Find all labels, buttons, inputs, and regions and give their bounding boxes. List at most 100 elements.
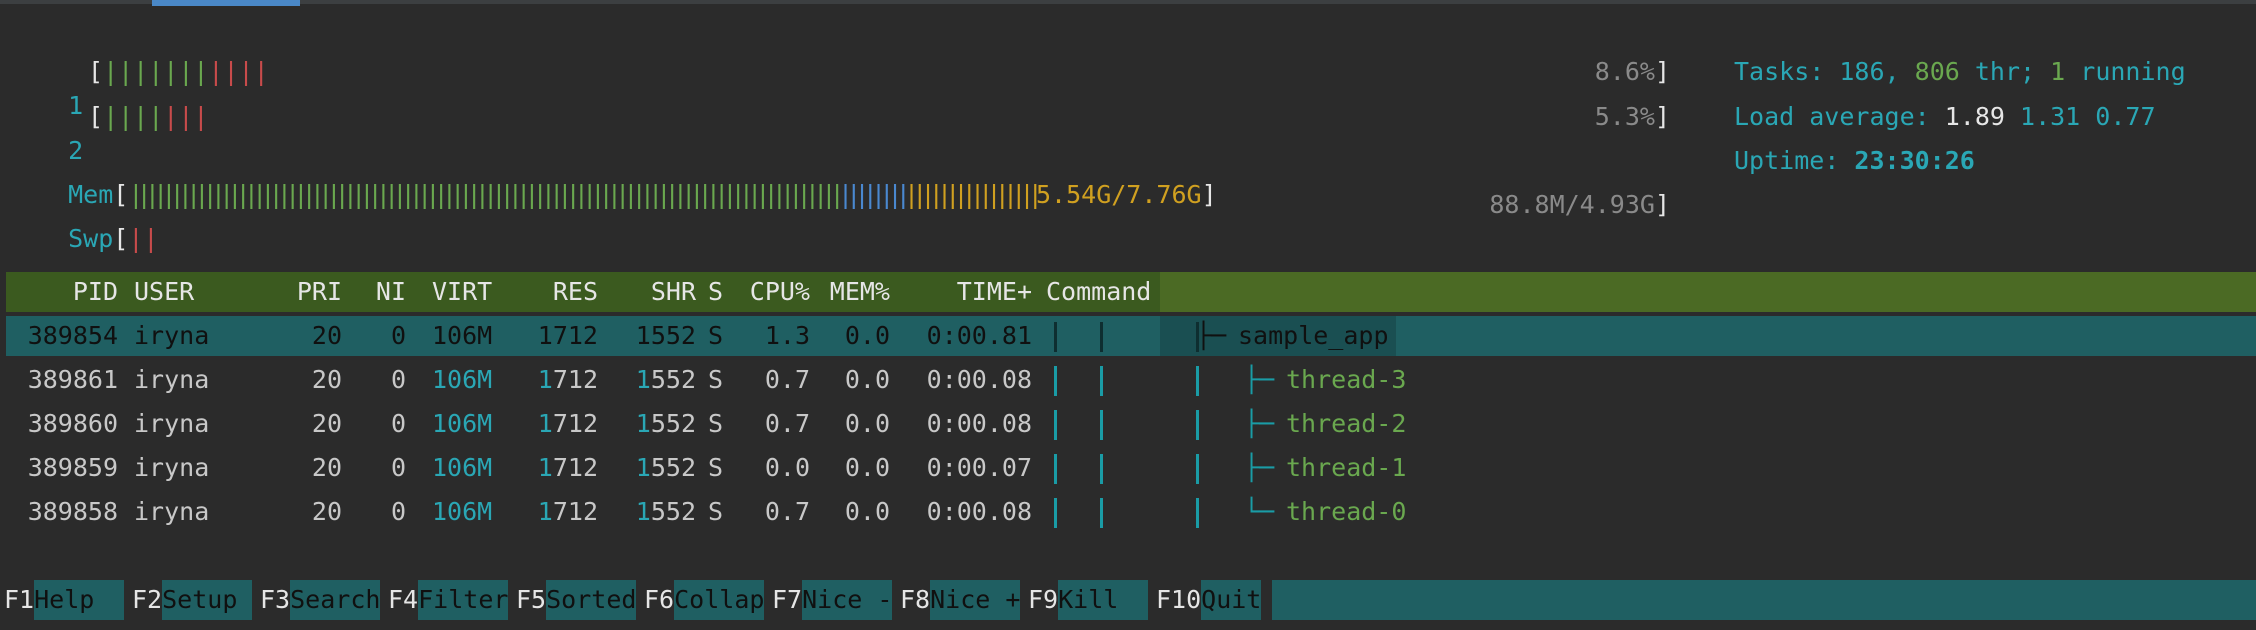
threads-count: 806 <box>1914 57 1960 86</box>
tree-guide-line <box>1196 410 1199 440</box>
cell-user: iryna <box>134 365 210 394</box>
fkey-f5[interactable]: F5Sorted <box>516 580 637 620</box>
fkey-f3[interactable]: F3Search <box>260 580 381 620</box>
uptime-stat: Uptime: 23:30:26 <box>1734 144 1975 178</box>
cell-ni: 0 <box>390 365 406 394</box>
column-header-ni[interactable]: NI <box>360 272 406 312</box>
cell-virt: 106M <box>432 321 493 350</box>
column-header-user[interactable]: USER <box>134 272 244 312</box>
cell-shr: 1552 <box>635 365 696 394</box>
cell-shr: 1552 <box>635 409 696 438</box>
column-header-cpu[interactable]: CPU% <box>740 272 810 312</box>
fkey-label: Nice - <box>802 580 893 620</box>
fkey-number: F7 <box>772 585 803 614</box>
mem-bar-green: ||||||||||||||||||||||||||||||||||||||||… <box>128 180 844 209</box>
fkey-label: Kill <box>1058 580 1149 620</box>
column-header-res[interactable]: RES <box>526 272 598 312</box>
tree-guide-line <box>1100 498 1103 528</box>
fkey-label: Setup <box>162 580 253 620</box>
cell-pid: 389858 <box>27 497 118 526</box>
cell-virt: 106M <box>432 409 493 438</box>
cell-virt: 106M <box>432 453 493 482</box>
cpu1-bar-red: |||| <box>208 57 269 86</box>
active-tab-indicator[interactable] <box>152 0 300 6</box>
swp-bar-red: || <box>128 224 159 253</box>
fkey-number: F3 <box>260 585 291 614</box>
column-header-command[interactable]: Command <box>1046 272 1166 312</box>
cell-shr: 1552 <box>635 321 696 350</box>
cpu1-bar-green: ||||||| <box>103 57 209 86</box>
column-header-pid[interactable]: PID <box>10 272 118 312</box>
cpu2-bar-green: |||| <box>103 102 164 131</box>
fkey-f6[interactable]: F6Collap <box>644 580 765 620</box>
tree-guide-line <box>1054 498 1057 528</box>
tree-branch: ├─ <box>1244 453 1275 482</box>
cell-ni: 0 <box>390 409 406 438</box>
tree-guide-line <box>1054 322 1057 352</box>
fkey-label: Quit <box>1201 580 1262 620</box>
cell-virt: 106M <box>432 497 493 526</box>
cpu2-meter: 2 <box>38 100 83 165</box>
column-header-mem[interactable]: MEM% <box>820 272 890 312</box>
cell-time: 0:00.08 <box>926 409 1032 438</box>
fkey-f4[interactable]: F4Filter <box>388 580 509 620</box>
fkey-f1[interactable]: F1Help <box>4 580 125 620</box>
cell-pri: 20 <box>311 409 342 438</box>
fkey-number: F4 <box>388 585 419 614</box>
tree-guide-line <box>1054 366 1057 396</box>
cell-pid: 389861 <box>27 365 118 394</box>
mem-meter: Mem[||||||||||||||||||||||||||||||||||||… <box>68 180 1217 209</box>
cell-time: 0:00.08 <box>926 365 1032 394</box>
load-average-stat: Load average: 1.89 1.31 0.77 <box>1734 100 2156 134</box>
load-15: 0.77 <box>2095 102 2156 131</box>
column-header-s[interactable]: S <box>708 272 732 312</box>
tree-guide-line <box>1100 454 1103 484</box>
column-header-time[interactable]: TIME+ <box>902 272 1032 312</box>
fkey-f8[interactable]: F8Nice + <box>900 580 1021 620</box>
cpu1-value: 8.6% <box>1594 57 1655 86</box>
cell-s: S <box>708 497 724 526</box>
swp-value-wrap: 88.8M/4.93G] <box>1489 190 1670 219</box>
swp-value: 88.8M/4.93G <box>1489 190 1655 219</box>
cell-shr: 1552 <box>635 497 696 526</box>
cell-res: 1712 <box>537 365 598 394</box>
cell-cpu: 0.7 <box>764 409 810 438</box>
cell-ni: 0 <box>390 321 406 350</box>
cell-s: S <box>708 321 724 350</box>
tree-branch: └─ <box>1244 497 1275 526</box>
cell-time: 0:00.81 <box>926 321 1032 350</box>
cell-mem: 0.0 <box>844 321 890 350</box>
fkey-number: F5 <box>516 585 547 614</box>
cell-user: iryna <box>134 321 210 350</box>
cell-cpu: 1.3 <box>764 321 810 350</box>
cell-pri: 20 <box>311 321 342 350</box>
column-header-pri[interactable]: PRI <box>270 272 342 312</box>
fkey-f7[interactable]: F7Nice - <box>772 580 893 620</box>
fkey-label: Nice + <box>930 580 1021 620</box>
tree-guide-line <box>1196 498 1199 528</box>
cell-cpu: 0.7 <box>764 365 810 394</box>
process-command[interactable]: thread-1 <box>1286 448 1406 488</box>
fkey-number: F8 <box>900 585 931 614</box>
process-command[interactable]: thread-2 <box>1286 404 1406 444</box>
process-command[interactable]: thread-3 <box>1286 360 1406 400</box>
cell-shr: 1552 <box>635 453 696 482</box>
uptime-value: 23:30:26 <box>1854 146 1975 175</box>
cell-res: 1712 <box>537 409 598 438</box>
process-command[interactable]: sample_app <box>1238 316 1389 356</box>
fkey-number: F6 <box>644 585 675 614</box>
cpu2-bar-red: ||| <box>163 102 209 131</box>
column-header-virt[interactable]: VIRT <box>432 272 512 312</box>
fkey-label: Search <box>290 580 381 620</box>
fkey-number: F10 <box>1156 585 1202 614</box>
column-header-shr[interactable]: SHR <box>618 272 696 312</box>
fkey-label: Collap <box>674 580 765 620</box>
fkey-f9[interactable]: F9Kill <box>1028 580 1149 620</box>
process-command[interactable]: thread-0 <box>1286 492 1406 532</box>
cell-s: S <box>708 365 724 394</box>
fkey-f10[interactable]: F10Quit <box>1156 580 1262 620</box>
function-bar-fill <box>1272 580 2256 620</box>
cell-user: iryna <box>134 409 210 438</box>
cell-cpu: 0.7 <box>764 497 810 526</box>
fkey-f2[interactable]: F2Setup <box>132 580 253 620</box>
